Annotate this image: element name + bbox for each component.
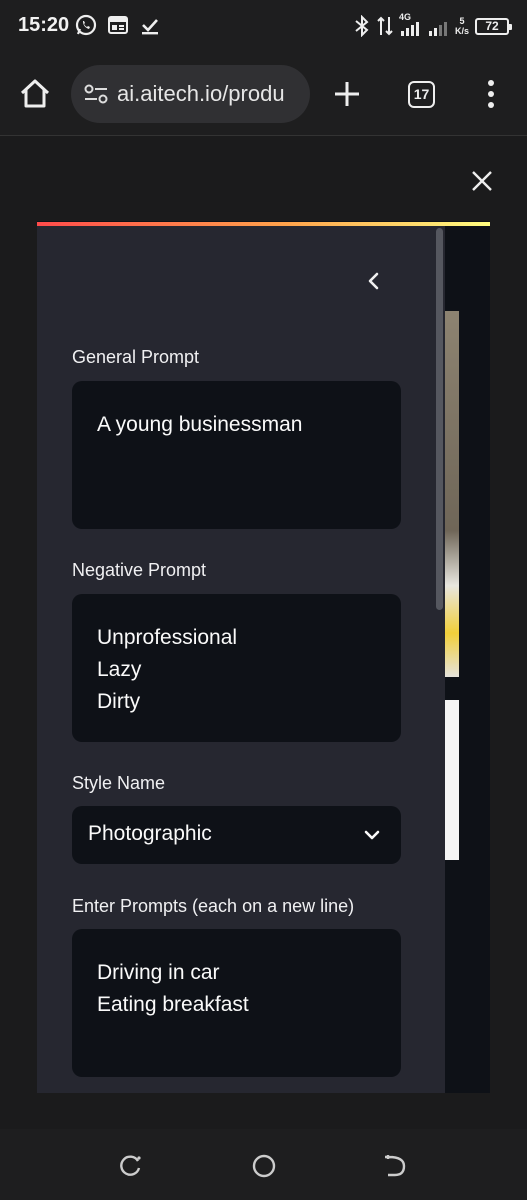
style-name-select[interactable]: Photographic xyxy=(72,806,401,864)
address-bar[interactable]: ai.aitech.io/produ xyxy=(71,65,310,123)
signal-strength-icon: 4G xyxy=(399,12,421,38)
chevron-down-icon xyxy=(364,830,380,840)
network-speed: 5 K/s xyxy=(454,16,469,36)
sidebar-scrollbar[interactable] xyxy=(436,228,443,610)
back-icon[interactable] xyxy=(382,1153,408,1179)
battery-indicator: 72 xyxy=(475,17,512,35)
home-icon[interactable] xyxy=(18,77,52,111)
recent-apps-icon[interactable] xyxy=(118,1153,144,1179)
prompts-label: Enter Prompts (each on a new line) xyxy=(72,896,355,916)
general-prompt-input[interactable]: A young businessman xyxy=(72,381,401,529)
system-navigation-bar xyxy=(0,1129,527,1200)
home-button-icon[interactable] xyxy=(251,1153,277,1179)
news-icon xyxy=(108,16,128,34)
whatsapp-icon xyxy=(75,14,97,36)
prompts-input[interactable]: Driving in car Eating breakfast xyxy=(72,929,401,1077)
tab-switcher-button[interactable]: 17 xyxy=(408,81,435,108)
signal-strength-2-icon xyxy=(428,22,447,36)
browser-toolbar: ai.aitech.io/produ 17 xyxy=(0,52,527,136)
status-time: 15:20 xyxy=(18,14,70,36)
style-name-value: Photographic xyxy=(88,822,212,845)
status-indicators: 4G 5 K/s 72 xyxy=(353,12,512,40)
main-content-panel xyxy=(445,700,459,860)
bluetooth-icon xyxy=(355,15,369,37)
url-text[interactable]: ai.aitech.io/produ xyxy=(117,81,285,107)
download-done-icon xyxy=(142,19,158,35)
negative-prompt-input[interactable]: Unprofessional Lazy Dirty xyxy=(72,594,401,742)
status-bar: 15:20 4G 5 K/s 72 xyxy=(0,0,527,52)
style-name-label: Style Name xyxy=(72,773,166,793)
site-settings-icon[interactable] xyxy=(83,82,109,106)
negative-prompt-label: Negative Prompt xyxy=(72,560,207,580)
data-transfer-icon xyxy=(377,16,393,36)
sidebar: General Prompt A young businessman Negat… xyxy=(37,226,445,1093)
web-page: General Prompt A young businessman Negat… xyxy=(0,137,527,1129)
chevron-left-icon[interactable] xyxy=(363,270,385,292)
close-icon[interactable] xyxy=(470,169,494,193)
general-prompt-label: General Prompt xyxy=(72,347,200,367)
more-menu-icon[interactable] xyxy=(482,79,500,109)
main-content-image xyxy=(445,311,459,677)
new-tab-icon[interactable] xyxy=(332,79,362,109)
